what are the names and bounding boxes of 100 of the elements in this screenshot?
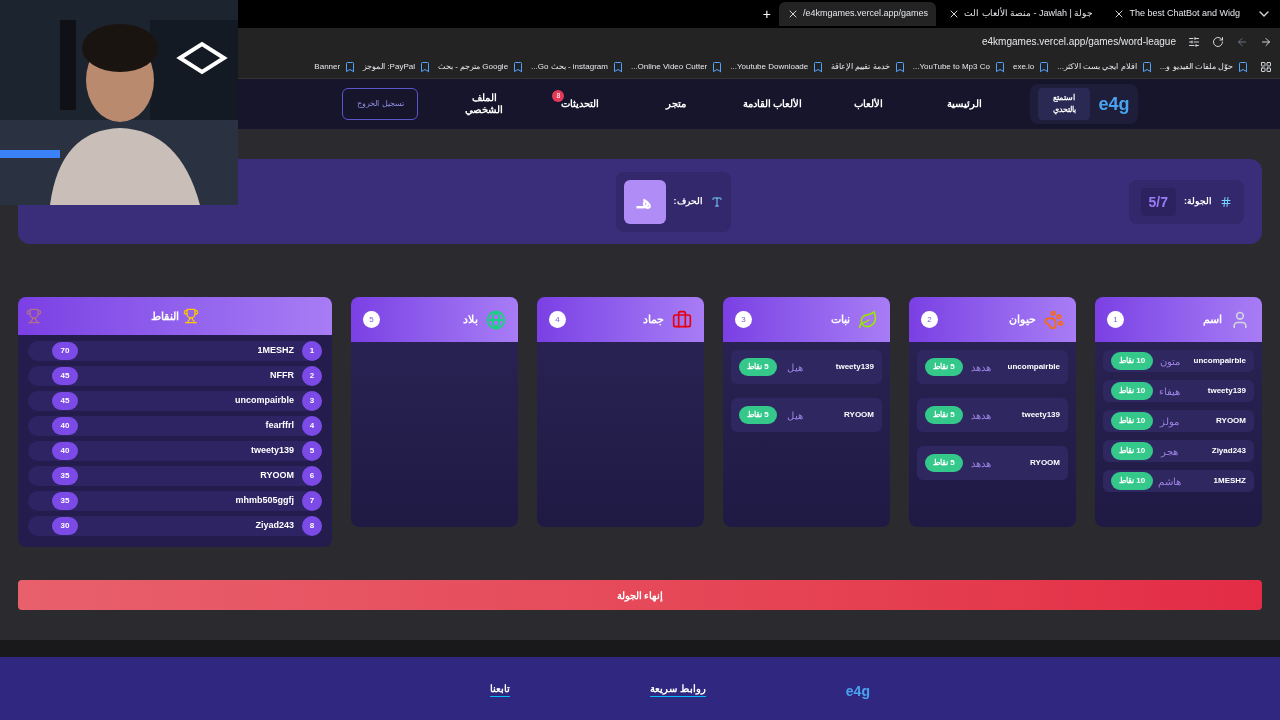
rank-badge: 2: [302, 366, 322, 386]
player-name: mhmb505ggfj: [234, 494, 294, 508]
player-name: tweety139: [1020, 409, 1060, 421]
points-badge: 10 نقاط: [1111, 472, 1154, 490]
category-number: 4: [549, 311, 566, 328]
bookmark[interactable]: exe.io: [1012, 60, 1035, 73]
nav-link[interactable]: الألعاب: [838, 97, 899, 111]
score-badge: 45: [52, 367, 78, 385]
bookmark-icon: [1038, 60, 1051, 73]
end-round-button[interactable]: إنهاء الجولة: [18, 580, 1262, 610]
player-name: tweety139: [249, 444, 294, 458]
score-badge: 70: [52, 342, 78, 360]
bookmark[interactable]: افلام ايجي بست الاكثر...: [1057, 60, 1137, 73]
bookmark-icon: [512, 60, 525, 73]
browser-tab[interactable]: e4kmgames.vercel.app/games/: [779, 2, 937, 26]
points-badge: 10 نقاط: [1111, 352, 1154, 370]
score-badge: 45: [52, 392, 78, 410]
bookmark-icon: [1140, 60, 1153, 73]
bookmark-icon: [893, 60, 906, 73]
player-name: Ziyad243: [1210, 445, 1246, 457]
trophy-icon: [26, 308, 42, 324]
bookmark[interactable]: instagram - بحث Go...: [531, 60, 608, 73]
round-label: الجولة:: [1184, 194, 1212, 209]
apps-icon[interactable]: [1260, 60, 1272, 73]
bookmark-icon: [993, 60, 1006, 73]
player-name: RYOOM: [1029, 457, 1060, 469]
tab-title: جولة | Jawlah - منصة الألعاب الت: [964, 7, 1094, 21]
points-badge: 5 نقاط: [739, 358, 777, 376]
score-badge: 35: [52, 492, 78, 510]
letter-label: الحرف:: [673, 194, 703, 209]
settings-icon[interactable]: [1188, 35, 1200, 48]
forward-icon[interactable]: [1260, 35, 1272, 48]
category-number: 2: [921, 311, 938, 328]
new-tab-button[interactable]: +: [758, 4, 775, 24]
answer-word: هيل: [786, 408, 805, 423]
bookmark-icon: [711, 60, 724, 73]
rank-badge: 7: [302, 491, 322, 511]
bookmark[interactable]: Google مترجم - بحث: [437, 60, 509, 73]
logout-button[interactable]: تسجيل الخروج: [342, 88, 419, 120]
category-title: نبات: [831, 312, 850, 328]
category-number: 5: [363, 311, 380, 328]
player-name: RYOOM: [843, 409, 874, 421]
answer-word: هاشم: [1157, 474, 1183, 489]
score-badge: 30: [52, 517, 78, 535]
player-name: RYOOM: [259, 469, 294, 483]
bookmark-icon: [1237, 60, 1249, 73]
bookmark[interactable]: حوّل ملفات الفيديو و...: [1159, 60, 1233, 73]
footer-heading: روابط سريعة: [650, 681, 706, 697]
player-name: uncompairble: [1006, 361, 1060, 373]
answer-word: هدهد: [970, 456, 993, 471]
tab-title: The best ChatBot and Widg: [1129, 7, 1240, 21]
tagline: استمتع بالتحدي: [1038, 88, 1091, 120]
nav-link[interactable]: الرئيسية: [934, 97, 995, 111]
round-icon: [1220, 195, 1232, 208]
category-title: بلاد: [463, 312, 478, 328]
logo: e4g: [1098, 93, 1130, 116]
answer-word: متون: [1158, 354, 1181, 369]
player-name: tweety139: [834, 361, 874, 373]
points-badge: 10 نقاط: [1111, 412, 1154, 430]
rank-badge: 1: [302, 341, 322, 361]
trophy-icon: [183, 308, 199, 324]
score-badge: 40: [52, 417, 78, 435]
bookmark[interactable]: Banner: [314, 60, 341, 73]
bookmark-icon: [812, 60, 825, 73]
bookmark[interactable]: Youtube Downloade...: [730, 60, 809, 73]
bookmark[interactable]: Online Video Cutter...: [630, 60, 708, 73]
toolbox-icon: [672, 309, 692, 330]
score-badge: 40: [52, 442, 78, 460]
points-badge: 5 نقاط: [739, 406, 777, 424]
answer-word: هدهد: [970, 408, 993, 423]
answer-word: مولز: [1158, 414, 1181, 429]
tab-title: e4kmgames.vercel.app/games/: [803, 7, 929, 21]
rank-badge: 5: [302, 441, 322, 461]
letter-icon: [710, 195, 723, 208]
rank-badge: 4: [302, 416, 322, 436]
category-number: 1: [1107, 311, 1124, 328]
close-icon[interactable]: [787, 8, 799, 20]
player-name: 1MESHZ: [1212, 475, 1246, 487]
rank-badge: 6: [302, 466, 322, 486]
reload-icon[interactable]: [1212, 35, 1224, 48]
letter-value: هـ: [623, 179, 666, 224]
points-badge: 5 نقاط: [925, 454, 963, 472]
bookmark[interactable]: PayPal: الموجز: [363, 60, 415, 73]
category-title: اسم: [1203, 312, 1222, 328]
answer-word: هدهد: [970, 360, 993, 375]
bookmark[interactable]: خدمة تقييم الإعاقة: [831, 60, 890, 73]
nav-link[interactable]: متجر: [646, 97, 707, 111]
player-name: 1MESHZ: [256, 344, 294, 358]
player-name: uncompairble: [1192, 355, 1246, 367]
player-name: RYOOM: [1215, 415, 1246, 427]
url-text[interactable]: e4kmgames.vercel.app/games/word-league: [982, 34, 1176, 49]
nav-link[interactable]: الملف الشخصي: [454, 91, 515, 117]
player-name: uncompairble: [234, 394, 294, 408]
nav-link[interactable]: الألعاب القادمة: [742, 97, 803, 111]
footer-logo: e4g: [845, 682, 870, 701]
bookmark-icon: [418, 60, 431, 73]
rank-badge: 3: [302, 391, 322, 411]
bookmark[interactable]: YouTube to Mp3 Co...: [912, 60, 990, 73]
category-number: 3: [735, 311, 752, 328]
category-title: جماد: [643, 312, 664, 328]
